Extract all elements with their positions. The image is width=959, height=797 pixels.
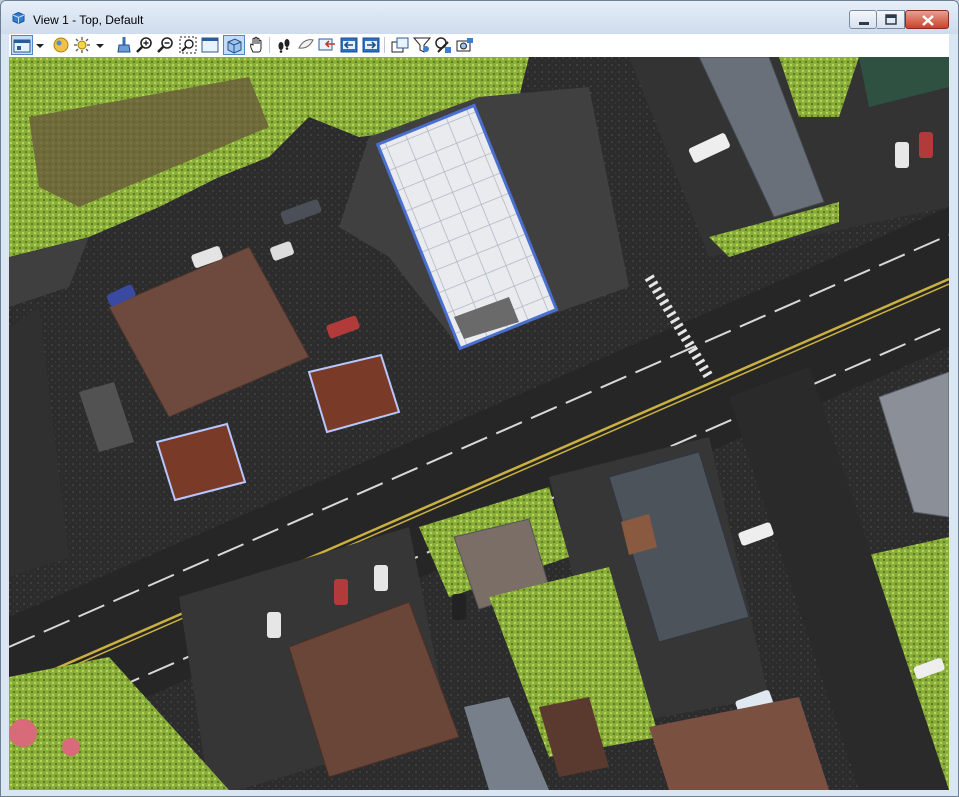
fly-button[interactable] xyxy=(296,35,316,55)
point-cloud-viewport[interactable] xyxy=(9,57,949,790)
fit-view-button[interactable] xyxy=(200,35,220,55)
toolbar-separator xyxy=(269,37,270,53)
view-cube-icon xyxy=(12,12,25,24)
display-style-button[interactable] xyxy=(51,35,71,55)
zoom-in-button[interactable] xyxy=(135,35,155,55)
parked-car xyxy=(334,579,348,605)
copy-view-icon xyxy=(391,37,409,53)
window-area-button[interactable] xyxy=(178,35,198,55)
view-attributes-button[interactable] xyxy=(11,35,33,55)
parked-car xyxy=(895,142,909,168)
fly-icon xyxy=(298,39,314,49)
window-title: View 1 - Top, Default xyxy=(33,13,144,27)
view-back-button[interactable] xyxy=(339,35,359,55)
parked-car xyxy=(452,594,466,620)
view-next-icon xyxy=(362,37,380,53)
clip-mask-button[interactable] xyxy=(433,35,453,55)
camera-icon xyxy=(456,38,473,52)
lighting-dropdown[interactable] xyxy=(94,35,106,55)
close-icon xyxy=(922,15,934,26)
pan-view-icon xyxy=(250,36,262,53)
view-attributes-icon xyxy=(13,39,31,53)
maximize-button[interactable] xyxy=(877,10,905,29)
clip-mask-icon xyxy=(435,37,451,53)
minimize-icon xyxy=(859,22,869,25)
close-button[interactable] xyxy=(905,10,949,29)
copy-view-button[interactable] xyxy=(390,35,410,55)
view-window: View 1 - Top, Default xyxy=(0,0,959,797)
view-previous-icon xyxy=(318,38,335,51)
view-attributes-dropdown[interactable] xyxy=(34,35,46,55)
clip-filter-button[interactable] xyxy=(412,35,432,55)
camera-button[interactable] xyxy=(455,35,475,55)
zoom-out-button[interactable] xyxy=(156,35,176,55)
clip-volume-icon xyxy=(117,37,131,53)
lighting-icon xyxy=(74,37,90,53)
parked-car xyxy=(374,565,388,591)
rotate-view-button[interactable] xyxy=(223,35,245,55)
view-next-button[interactable] xyxy=(361,35,381,55)
fit-view-icon xyxy=(201,37,219,53)
lighting-button[interactable] xyxy=(72,35,92,55)
display-style-icon xyxy=(53,37,69,53)
walk-button[interactable] xyxy=(274,35,294,55)
rotate-view-icon xyxy=(227,38,242,54)
parked-car xyxy=(919,132,933,158)
view-toolbar xyxy=(9,34,949,58)
pan-view-button[interactable] xyxy=(247,35,267,55)
zoom-in-icon xyxy=(136,37,152,53)
parked-car xyxy=(267,612,281,638)
walk-icon xyxy=(278,39,290,53)
minimize-button[interactable] xyxy=(849,10,877,29)
view-previous-button[interactable] xyxy=(317,35,337,55)
point-cloud-scene xyxy=(9,57,949,790)
toolbar-separator xyxy=(384,37,385,53)
window-area-icon xyxy=(179,36,197,54)
title-bar[interactable]: View 1 - Top, Default xyxy=(1,1,958,34)
zoom-out-icon xyxy=(157,37,173,53)
view-back-icon xyxy=(340,37,358,53)
dropdown-arrow-icon xyxy=(36,44,44,48)
clip-volume-button[interactable] xyxy=(114,35,134,55)
clip-filter-icon xyxy=(413,37,431,53)
dropdown-arrow-icon xyxy=(96,44,104,48)
maximize-icon xyxy=(885,14,897,25)
